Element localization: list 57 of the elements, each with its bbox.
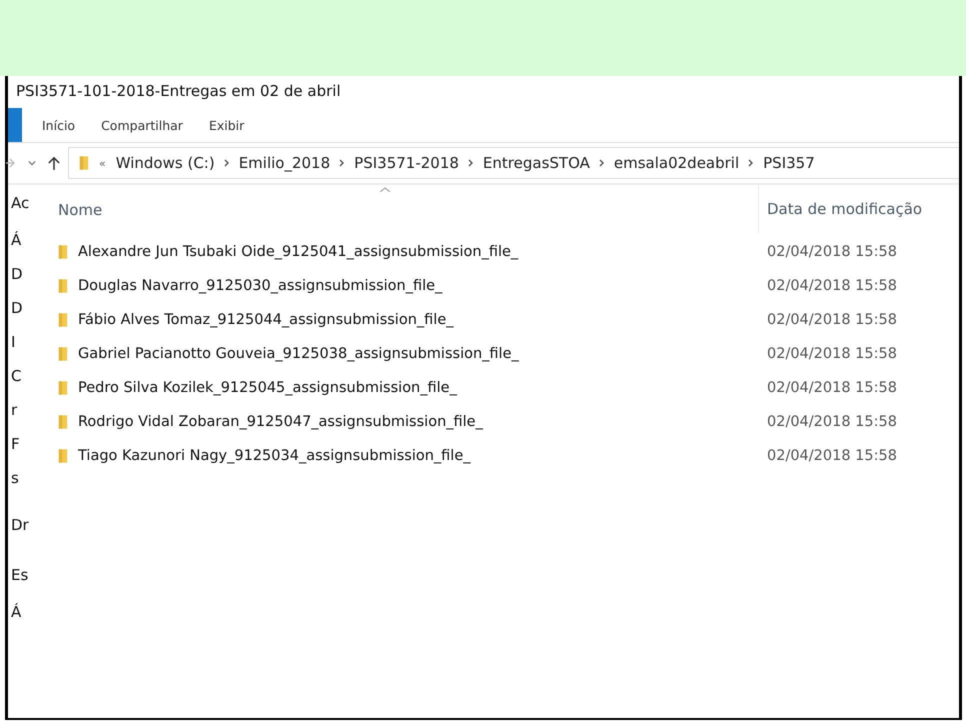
ribbon-tab[interactable]: Compartilhar [81, 118, 183, 132]
folder-icon [58, 311, 68, 329]
breadcrumb[interactable]: emsala02deabril [614, 154, 740, 172]
sidebar-item[interactable]: Es [8, 547, 38, 597]
date-cell-text: 02/04/2018 15:58 [766, 312, 897, 328]
sidebar-item[interactable]: I [8, 327, 38, 361]
date-cell-text: 02/04/2018 15:58 [766, 244, 897, 260]
sidebar-item[interactable]: D [8, 293, 38, 327]
column-header[interactable]: Nome [58, 201, 758, 219]
date-cell-text: 02/04/2018 15:58 [766, 278, 897, 294]
chevron-right-icon [339, 159, 346, 167]
date-cell-text: 02/04/2018 15:58 [766, 380, 897, 396]
address-bar[interactable]: « Windows (C:) Emilio_2018 PSI3571-2018 EntregasSTOA emsala02deabril PSI357 [68, 147, 959, 179]
folder-icon [58, 447, 68, 465]
sidebar-item[interactable]: C [8, 361, 38, 395]
file-name[interactable]: Douglas Navarro_9125030_assignsubmission_file_ [78, 278, 442, 294]
sidebar-item[interactable]: Ac [8, 185, 38, 225]
breadcrumb[interactable]: PSI357 [763, 154, 815, 172]
breadcrumb[interactable]: PSI3571-2018 [354, 154, 459, 172]
breadcrumb[interactable]: EntregasSTOA [482, 154, 590, 172]
folder-icon [79, 154, 89, 172]
forward-arrow-icon[interactable] [6, 157, 16, 169]
sidebar-item[interactable]: F [8, 429, 38, 463]
sidebar-item[interactable]: s [8, 463, 38, 497]
chevron-right-icon [468, 159, 474, 167]
chevron-right-icon [598, 159, 605, 167]
folder-icon [58, 413, 68, 431]
file-name[interactable]: Rodrigo Vidal Zobaran_9125047_assignsubmission_file_ [78, 414, 483, 430]
folder-icon [58, 277, 68, 295]
sidebar-item[interactable]: Á [8, 225, 38, 259]
breadcrumb[interactable]: Windows (C:) [116, 154, 215, 172]
sidebar-item[interactable]: Dr [8, 497, 38, 547]
chevron-right-icon [748, 159, 754, 167]
file-name[interactable]: Fábio Alves Tomaz_9125044_assignsubmission_file_ [78, 312, 454, 328]
sidebar-item[interactable]: r [8, 395, 38, 429]
date-cell-text: 02/04/2018 15:58 [766, 414, 897, 430]
column-header[interactable]: Data de modificação [758, 185, 922, 233]
folder-icon [58, 379, 68, 397]
date-cell-text: 02/04/2018 15:58 [766, 346, 897, 362]
chevron-right-icon [224, 159, 230, 167]
sort-caret-icon [380, 187, 390, 192]
breadcrumb[interactable]: Emilio_2018 [238, 154, 330, 172]
file-name[interactable]: Gabriel Pacianotto Gouveia_9125038_assignsubmission_file_ [78, 346, 519, 362]
file-name[interactable]: Alexandre Jun Tsubaki Oide_9125041_assignsubmission_file_ [78, 244, 518, 260]
up-arrow-icon[interactable] [48, 155, 60, 171]
ribbon-tab[interactable]: Exibir [188, 118, 244, 132]
file-name[interactable]: Pedro Silva Kozilek_9125045_assignsubmission_file_ [78, 380, 457, 396]
folder-icon [58, 243, 68, 261]
file-name[interactable]: Tiago Kazunori Nagy_9125034_assignsubmission_file_ [78, 448, 471, 464]
window-title: PSI3571-101-2018-Entregas em 02 de abril [15, 81, 342, 102]
sidebar-item[interactable]: Á [8, 597, 38, 631]
chevron-down-icon[interactable] [28, 160, 36, 166]
date-cell-text: 02/04/2018 15:58 [766, 448, 897, 464]
ribbon-tab[interactable]: Início [22, 118, 76, 132]
sidebar-item[interactable]: D [8, 259, 38, 293]
folder-icon [58, 345, 68, 363]
overflow-chevron[interactable]: « [99, 156, 106, 170]
